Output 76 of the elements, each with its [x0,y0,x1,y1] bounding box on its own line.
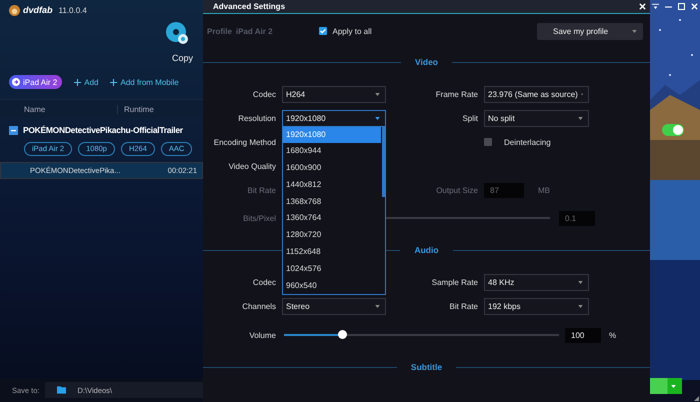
field-label: Output Size [435,186,479,194]
dropdown-option[interactable]: 1280x720 [283,227,381,244]
dropdown-option[interactable]: 1368x768 [283,194,381,210]
dropdown-option[interactable]: 1024x576 [283,260,381,278]
caret-icon [632,30,637,32]
arrow-icon [12,78,20,86]
field-label: Encoding Method [212,138,277,146]
column-header[interactable]: Name [0,104,118,114]
scrollbar[interactable] [382,126,385,196]
field-label: Frame Rate [434,90,479,98]
version-label: 11.0.0.4 [58,6,87,14]
field-label: Sample Rate [430,278,479,286]
column-header[interactable]: Runtime [118,104,154,114]
dropdown[interactable]: H264 [282,86,386,102]
caret-icon [578,280,583,284]
unit-label: % [609,330,616,340]
profile-name: iPad Air 2 [236,26,273,36]
dropdown[interactable]: No split [484,110,589,126]
dropdown[interactable]: Stereo [282,298,386,314]
dropdown[interactable]: 1920x1080 [282,110,386,126]
dropdown-option[interactable]: 1600x900 [283,160,381,177]
dropdown[interactable]: 192 kbps [484,298,589,314]
field-label: Codec [252,90,277,98]
dialog-title: Advanced Settings [213,2,286,11]
field-label: Bit Rate [246,186,277,194]
deinterlacing-checkbox[interactable] [484,138,492,146]
field-label: Bits/Pixel [242,214,277,222]
apply-to-all-label: Apply to all [332,26,372,36]
close-icon[interactable] [691,3,698,10]
caret-icon[interactable] [671,384,676,388]
section-title: Video [415,57,438,67]
app-logo: dvdfab [23,5,53,15]
value-field[interactable]: 100 [565,328,601,342]
video-title: POKÉMONDetectivePikachu-OfficialTrailer [23,125,183,135]
caret-icon [375,116,380,120]
add-from-mobile-button[interactable]: Add from Mobile [110,78,179,86]
dropdown-option[interactable]: 1360x764 [283,210,381,228]
caret-icon [375,92,380,96]
save-profile-button[interactable]: Save my profile [537,22,643,40]
module-label: Copy [172,53,193,63]
caret-icon [375,304,380,308]
add-button[interactable]: Add [74,78,98,86]
resize-grip-icon[interactable] [694,396,699,401]
collapse-icon[interactable] [9,126,18,134]
folder-icon[interactable] [56,386,66,394]
caret-icon [578,304,583,308]
toggle-switch[interactable] [662,124,684,136]
dropdown-option[interactable]: 1152x648 [283,244,381,261]
unit-label: MB [538,186,550,194]
profile-button[interactable]: iPad Air 2 [9,75,62,89]
section-title: Audio [414,245,439,255]
dropdown-option[interactable]: 1680x944 [283,143,381,160]
maximize-icon[interactable] [678,3,685,10]
section-title: Subtitle [410,362,442,372]
field-label: Split [461,114,479,122]
apply-to-all-checkbox[interactable] [318,27,327,35]
profile-label: Profile [207,26,232,36]
field-label: Volume [248,330,277,340]
plus-icon [110,78,118,86]
field-label: Codec [252,278,277,286]
dropdown[interactable]: 48 KHz [484,274,589,290]
field-label: Bit Rate [448,302,479,310]
field-label: Resolution [237,114,277,122]
logo-icon [9,4,20,16]
field-label: Video Quality [228,162,277,170]
checkbox-label: Deinterlacing [504,138,551,146]
dropdown-option[interactable]: 960x540 [283,278,381,294]
plus-icon [74,78,82,86]
disc-icon[interactable] [165,21,189,45]
caret-icon [578,116,583,120]
dropdown[interactable]: 23.976 (Same as source) [484,86,589,102]
menu-icon[interactable] [652,3,659,10]
dropdown-option[interactable]: 1920x1080 [283,126,381,144]
close-icon[interactable] [639,3,646,10]
dropdown-option[interactable]: 1440x812 [283,176,381,194]
field-label: Channels [241,302,277,310]
